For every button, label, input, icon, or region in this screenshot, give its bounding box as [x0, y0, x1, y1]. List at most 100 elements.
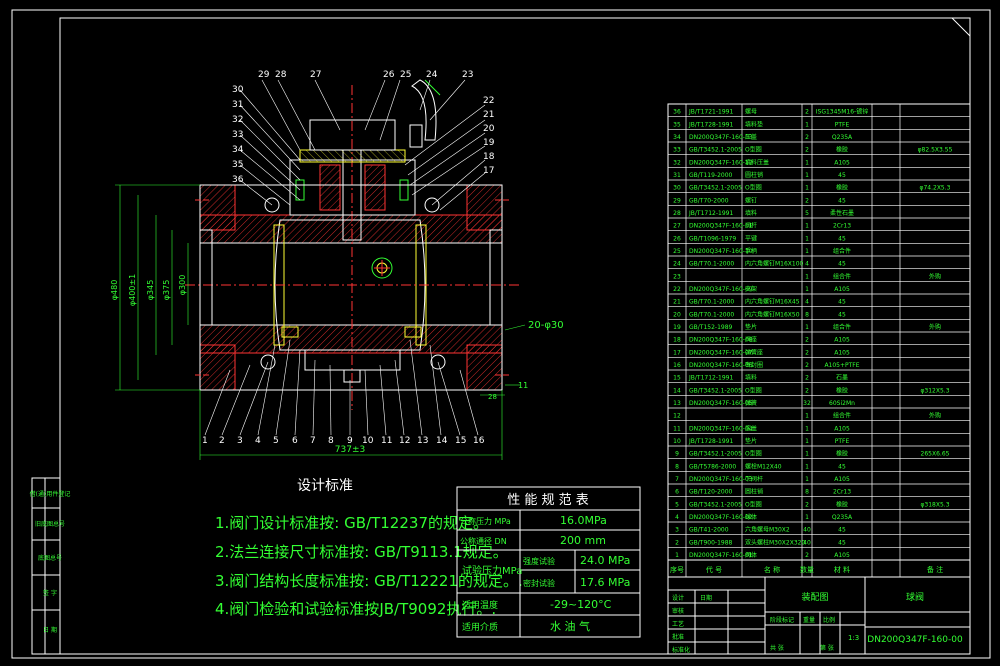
- parts-cell-name: 螺母: [745, 108, 757, 116]
- standards-title: 设计标准: [297, 478, 353, 494]
- parts-cell-mat: 橡胶: [836, 450, 848, 458]
- parts-cell-mat: 45: [838, 539, 846, 546]
- parts-cell-name: O型圈: [745, 146, 762, 154]
- parts-cell-code: JB/T1728-1991: [688, 438, 733, 445]
- svg-text:31: 31: [232, 100, 243, 110]
- parts-cell-mat: 石墨: [836, 375, 848, 382]
- parts-cell-name: 螺栓M12X40: [745, 462, 782, 470]
- body-top-band: [199, 214, 503, 244]
- parts-cell-no: 7: [675, 476, 679, 483]
- dim-11: 11: [518, 381, 528, 390]
- parts-cell-qty: 2: [805, 109, 809, 116]
- svg-text:第 张: 第 张: [820, 644, 834, 652]
- parts-cell-mat: 45: [838, 261, 846, 268]
- svg-text:审核: 审核: [672, 607, 684, 615]
- svg-text:35: 35: [232, 160, 243, 170]
- parts-cell-name: O型圈: [745, 500, 762, 508]
- svg-text:公称压力 MPa: 公称压力 MPa: [460, 516, 511, 526]
- parts-cell-no: 10: [673, 438, 681, 445]
- title-main: 装配图: [801, 591, 828, 603]
- svg-text:200 mm: 200 mm: [560, 534, 606, 547]
- parts-cell-name: 填料垫: [745, 120, 763, 128]
- parts-cell-no: 4: [675, 514, 679, 521]
- svg-text:22: 22: [483, 96, 494, 106]
- parts-cell-note: 265X6.65: [921, 451, 950, 458]
- parts-cell-qty: 1: [805, 273, 809, 280]
- parts-cell-mat: A105: [834, 337, 850, 344]
- parts-cell-code: JB/T1728-1991: [688, 121, 733, 128]
- parts-cell-name: 阀体: [745, 551, 757, 559]
- parts-cell-mat: PTFE: [835, 438, 850, 445]
- strip-text-4: 日 期: [43, 626, 57, 634]
- parts-cell-code: GB/T3452.1-2005: [689, 451, 742, 458]
- parts-cell-name: 密封圈: [745, 361, 763, 369]
- parts-cell-name: 下阀杆: [745, 475, 763, 483]
- parts-cell-mat: 柔性石墨: [830, 209, 854, 217]
- parts-cell-qty: 2: [805, 337, 809, 344]
- parts-cell-no: 29: [673, 197, 681, 204]
- parts-cell-mat: 45: [838, 299, 846, 306]
- parts-cell-name: 圆柱销: [745, 488, 763, 496]
- parts-cell-code: GB/T41-2000: [689, 527, 729, 534]
- svg-text:设计: 设计: [672, 594, 684, 602]
- parts-cell-qty: 40: [803, 527, 811, 534]
- parts-cell-no: 17: [673, 349, 681, 356]
- parts-cell-mat: Q235A: [832, 134, 853, 141]
- parts-cell-mat: A105: [834, 286, 850, 293]
- parts-cell-code: DN200Q347F-160-12: [689, 159, 753, 166]
- parts-cell-qty: 1: [805, 413, 809, 420]
- svg-text:28: 28: [275, 70, 287, 80]
- strip-text-1: 旧底图总号: [35, 520, 65, 528]
- dim-28: 28: [488, 393, 497, 401]
- parts-cell-no: 13: [673, 400, 681, 407]
- parts-cell-code: DN200Q347F-160-01: [689, 552, 753, 559]
- parts-cell-no: 11: [673, 425, 681, 432]
- hdr-note: 备 注: [927, 565, 943, 574]
- parts-cell-no: 15: [673, 375, 681, 382]
- parts-cell-name: 弹簧: [745, 399, 757, 407]
- valve-section-view: [115, 79, 526, 460]
- parts-cell-name: 垫片: [745, 323, 757, 331]
- parts-cell-mat: 45: [838, 463, 846, 470]
- parts-cell-code: GB/T70.1-2000: [689, 311, 734, 318]
- parts-cell-code: GB/T70.1-2000: [689, 261, 734, 268]
- parts-cell-qty: 2: [805, 552, 809, 559]
- parts-cell-mat: 45: [838, 527, 846, 534]
- parts-cell-no: 32: [673, 159, 681, 166]
- parts-cell-no: 9: [675, 451, 679, 458]
- parts-cell-no: 1: [675, 552, 679, 559]
- parts-cell-name: 手柄: [745, 247, 757, 255]
- performance-table: 性 能 规 范 表 公称压力 MPa 16.0MPa 公称通径 DN 200 m…: [456, 486, 641, 638]
- parts-cell-no: 34: [673, 134, 681, 141]
- parts-cell-name: 双头螺柱M30X2X320: [745, 538, 805, 546]
- parts-cell-name: 平键: [745, 234, 757, 242]
- parts-cell-name: 底盖: [745, 424, 757, 432]
- parts-cell-name: 阀座: [745, 336, 757, 344]
- parts-cell-mat: A105: [834, 425, 850, 432]
- parts-cell-no: 5: [675, 501, 679, 508]
- svg-text:阶段标记: 阶段标记: [770, 616, 794, 624]
- parts-cell-code: GB/T900-1988: [689, 539, 733, 546]
- parts-cell-no: 33: [673, 147, 681, 154]
- svg-text:工艺: 工艺: [672, 620, 684, 628]
- svg-text:36: 36: [232, 175, 244, 185]
- parts-cell-qty: 1: [805, 324, 809, 331]
- design-standards: 设计标准 1.阀门设计标准按: GB/T12237的规定。 2.法兰连接尺寸标准…: [215, 478, 523, 618]
- parts-cell-mat: 橡胶: [836, 500, 848, 508]
- svg-text:27: 27: [310, 70, 321, 80]
- parts-cell-no: 20: [673, 311, 681, 318]
- parts-cell-name: 六角螺母M30X2: [745, 526, 790, 534]
- parts-cell-qty: 1: [805, 514, 809, 521]
- parts-cell-no: 21: [673, 299, 681, 306]
- svg-text:19: 19: [483, 138, 495, 148]
- parts-cell-code: GB/T120-2000: [689, 489, 733, 496]
- parts-cell-qty: 1: [805, 248, 809, 255]
- parts-cell-code: GB/T1096-1979: [689, 235, 736, 242]
- parts-cell-qty: 1: [805, 425, 809, 432]
- svg-text:4: 4: [255, 436, 261, 446]
- parts-cell-name: 内六角螺钉M16X100: [745, 260, 804, 268]
- svg-text:11: 11: [381, 436, 392, 446]
- parts-cell-no: 24: [673, 261, 681, 268]
- parts-cell-code: GB/T70.1-2000: [689, 299, 734, 306]
- parts-cell-qty: 4: [805, 299, 809, 306]
